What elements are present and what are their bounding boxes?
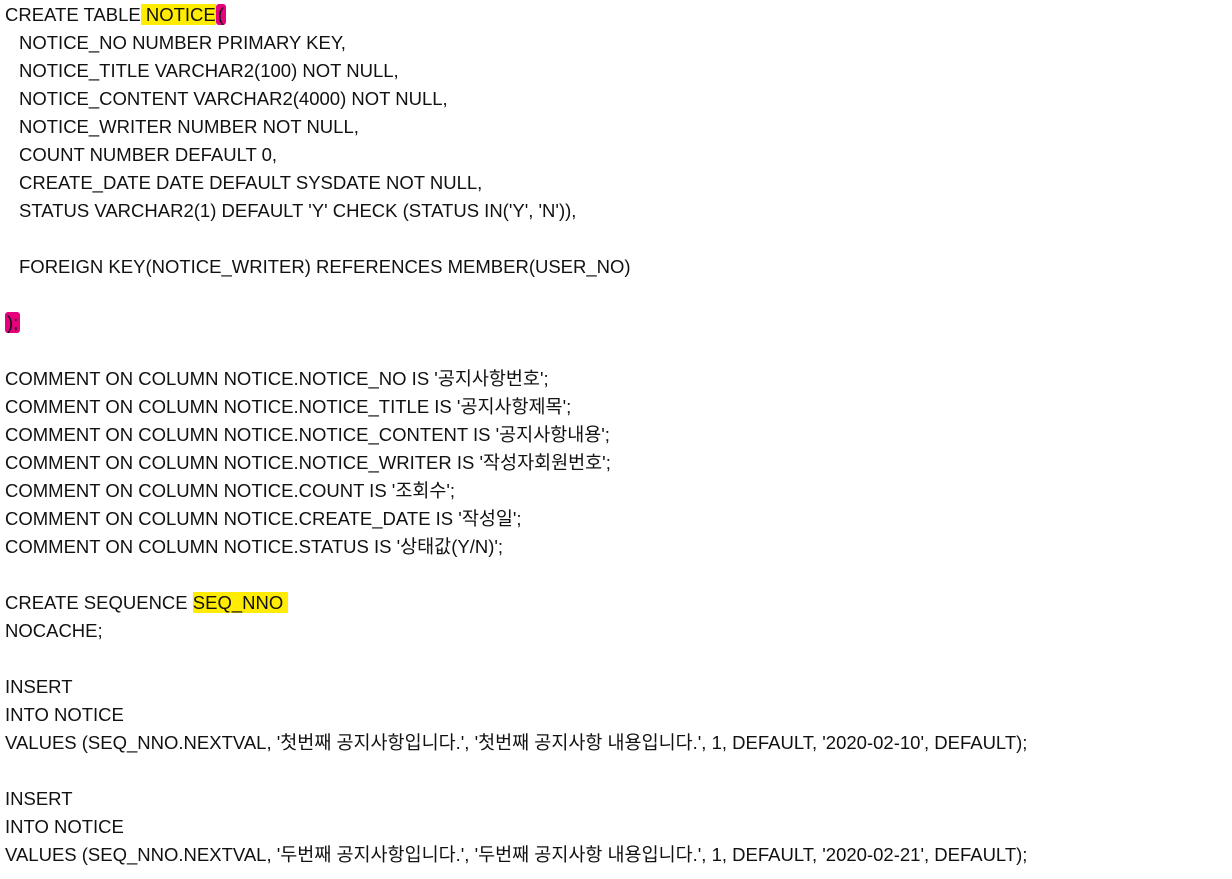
insert-into-line: INTO NOTICE: [5, 704, 124, 725]
sequence-name-highlight: SEQ_NNO: [192, 592, 289, 613]
comment-line: COMMENT ON COLUMN NOTICE.STATUS IS '상태값(…: [5, 536, 504, 557]
create-table-line: CREATE TABLE NOTICE(: [5, 1, 1225, 29]
create-sequence-line: CREATE SEQUENCE SEQ_NNO: [5, 589, 1225, 617]
insert-values-line: VALUES (SEQ_NNO.NEXTVAL, '첫번째 공지사항입니다.',…: [5, 732, 1028, 753]
close-table-line: );: [5, 309, 1225, 337]
column-def-notice-title: NOTICE_TITLE VARCHAR2(100) NOT NULL,: [19, 60, 399, 81]
column-def-notice-content: NOTICE_CONTENT VARCHAR2(4000) NOT NULL,: [19, 88, 448, 109]
comment-line: COMMENT ON COLUMN NOTICE.NOTICE_TITLE IS…: [5, 396, 572, 417]
comment-line: COMMENT ON COLUMN NOTICE.COUNT IS '조회수';: [5, 480, 456, 501]
sequence-option-line: NOCACHE;: [5, 620, 103, 641]
comment-line: COMMENT ON COLUMN NOTICE.NOTICE_WRITER I…: [5, 452, 611, 473]
column-def-notice-writer: NOTICE_WRITER NUMBER NOT NULL,: [19, 116, 359, 137]
table-name-highlight: NOTICE: [140, 4, 216, 25]
column-def-notice-no: NOTICE_NO NUMBER PRIMARY KEY,: [19, 32, 346, 53]
insert-into-line: INTO NOTICE: [5, 816, 124, 837]
sql-document: CREATE TABLE NOTICE( NOTICE_NO NUMBER PR…: [5, 1, 1225, 869]
comment-line: COMMENT ON COLUMN NOTICE.CREATE_DATE IS …: [5, 508, 522, 529]
close-paren-highlight: );: [5, 312, 21, 333]
insert-keyword-line: INSERT: [5, 788, 73, 809]
comment-line: COMMENT ON COLUMN NOTICE.NOTICE_CONTENT …: [5, 424, 610, 445]
comment-line: COMMENT ON COLUMN NOTICE.NOTICE_NO IS '공…: [5, 368, 549, 389]
open-paren-highlight: (: [215, 4, 226, 25]
foreign-key-line: FOREIGN KEY(NOTICE_WRITER) REFERENCES ME…: [19, 256, 631, 277]
column-def-create-date: CREATE_DATE DATE DEFAULT SYSDATE NOT NUL…: [19, 172, 483, 193]
column-def-status: STATUS VARCHAR2(1) DEFAULT 'Y' CHECK (ST…: [19, 200, 577, 221]
create-table-keyword: CREATE TABLE: [5, 4, 141, 25]
column-def-count: COUNT NUMBER DEFAULT 0,: [19, 144, 278, 165]
create-sequence-keyword: CREATE SEQUENCE: [5, 592, 193, 613]
insert-keyword-line: INSERT: [5, 676, 73, 697]
insert-values-line: VALUES (SEQ_NNO.NEXTVAL, '두번째 공지사항입니다.',…: [5, 844, 1028, 865]
